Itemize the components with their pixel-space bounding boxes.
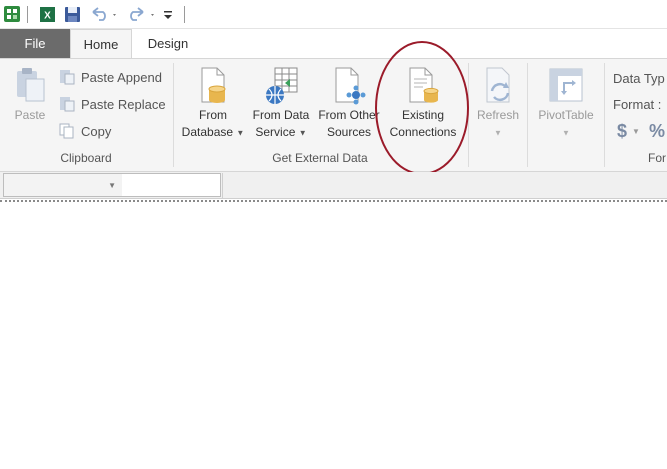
paste-append-icon (60, 70, 75, 85)
quick-access-toolbar: X (0, 0, 667, 29)
from-database-label-2: Database (181, 125, 234, 139)
data-service-icon (261, 65, 301, 107)
pivottable-button[interactable]: PivotTable ▼ (532, 65, 600, 141)
formatting-group-label: For (648, 151, 666, 165)
svg-text:X: X (44, 10, 51, 21)
paste-replace-icon (60, 97, 75, 112)
tab-file[interactable]: File (0, 29, 70, 58)
from-other-sources-button[interactable]: From Other Sources (314, 65, 384, 141)
annotation-circle (375, 41, 469, 175)
formula-bar: ▼ (0, 172, 667, 199)
from-data-service-label-2: Service (255, 125, 296, 139)
grid-top-border (0, 200, 667, 203)
name-box[interactable]: ▼ (3, 173, 221, 197)
currency-button[interactable]: $ ▼ (617, 121, 640, 141)
ribbon-tabs: File Home Design (0, 29, 667, 58)
chevron-down-icon: ▼ (108, 180, 116, 190)
clipboard-group-label: Clipboard (60, 151, 112, 165)
app-icon[interactable] (2, 4, 22, 24)
group-separator (527, 63, 528, 167)
paste-append-label: Paste Append (81, 69, 162, 85)
from-data-service-button[interactable]: From Data Service ▼ (248, 65, 314, 141)
name-box-dropdown[interactable]: ▼ (4, 174, 122, 196)
undo-icon[interactable] (88, 4, 120, 24)
copy-button[interactable]: Copy (58, 121, 111, 141)
from-other-sources-label-1: From Other (318, 108, 380, 122)
ribbon: Paste Paste Append Paste Replace Copy Cl… (0, 58, 667, 172)
copy-icon (59, 123, 74, 139)
redo-icon[interactable] (124, 4, 158, 24)
paste-append-button[interactable]: Paste Append (58, 67, 162, 87)
customize-icon[interactable] (161, 4, 175, 24)
refresh-label: Refresh (476, 108, 520, 122)
chevron-down-icon: ▼ (494, 128, 502, 138)
tab-home[interactable]: Home (70, 29, 132, 58)
copy-label: Copy (81, 123, 112, 139)
other-sources-icon (329, 65, 369, 107)
percent-button[interactable]: % (649, 121, 665, 141)
refresh-icon (478, 65, 518, 107)
save-icon[interactable] (62, 4, 82, 24)
chevron-down-icon: ▼ (236, 128, 245, 138)
database-icon (193, 65, 233, 107)
qat-separator (184, 6, 185, 23)
chevron-down-icon: ▼ (298, 128, 307, 138)
chevron-down-icon: ▼ (562, 128, 570, 138)
from-database-button[interactable]: From Database ▼ (178, 65, 248, 141)
pivottable-icon (546, 65, 586, 107)
paste-icon (10, 65, 50, 107)
name-box-input[interactable] (122, 174, 220, 196)
data-type-label[interactable]: Data Typ (613, 68, 665, 88)
from-data-service-label-1: From Data (252, 108, 310, 122)
formula-bar-separator (222, 173, 223, 198)
currency-symbol: $ (617, 120, 628, 141)
group-separator (604, 63, 605, 167)
pivottable-label: PivotTable (538, 108, 594, 122)
from-database-label-1: From (199, 108, 227, 122)
paste-replace-button[interactable]: Paste Replace (58, 94, 166, 114)
format-label[interactable]: Format : (613, 94, 661, 114)
paste-button[interactable]: Paste (8, 65, 52, 124)
excel-icon[interactable]: X (37, 4, 57, 24)
chevron-down-icon: ▼ (632, 126, 640, 136)
data-grid-area[interactable] (0, 200, 667, 469)
paste-label: Paste (14, 108, 46, 122)
from-other-sources-label-2: Sources (326, 125, 372, 139)
qat-separator (27, 6, 28, 23)
refresh-button[interactable]: Refresh ▼ (472, 65, 524, 141)
paste-replace-label: Paste Replace (81, 96, 166, 112)
tab-design[interactable]: Design (134, 29, 202, 58)
